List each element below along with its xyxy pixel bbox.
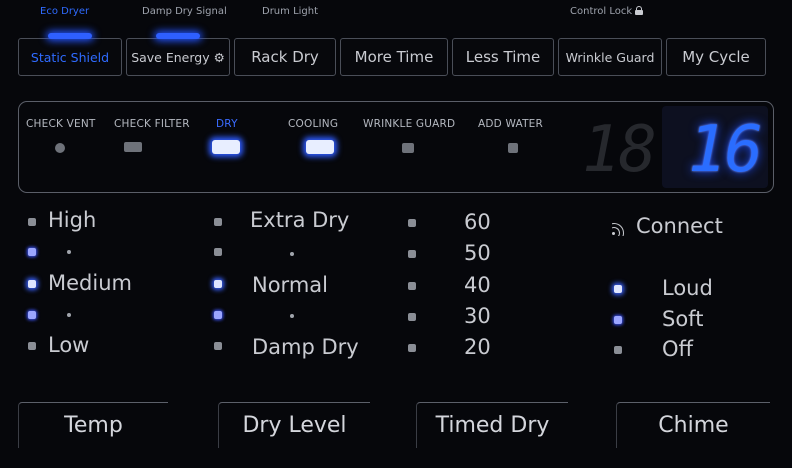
- time-30-indicator: [408, 313, 416, 321]
- temp-medium-option[interactable]: Medium: [48, 271, 132, 295]
- dry-step-4-indicator: [214, 311, 222, 319]
- chime-soft-indicator: [614, 316, 622, 324]
- top-label-control-lock: Control Lock: [570, 6, 644, 17]
- wrinkle-guard-status-label: WRINKLE GUARD: [363, 118, 456, 130]
- time-50-option[interactable]: 50: [464, 241, 491, 265]
- time-50-indicator: [408, 250, 416, 258]
- temp-high-indicator: [28, 218, 36, 226]
- time-60-option[interactable]: 60: [464, 210, 491, 234]
- check-vent-label: CHECK VENT: [26, 118, 96, 130]
- time-20-option[interactable]: 20: [464, 335, 491, 359]
- chime-button[interactable]: Chime: [616, 402, 770, 448]
- cooling-led: [306, 140, 334, 154]
- chime-loud-option[interactable]: Loud: [662, 276, 713, 300]
- rack-dry-button[interactable]: Rack Dry: [234, 38, 336, 76]
- static-shield-button[interactable]: Static Shield: [18, 33, 122, 76]
- check-filter-label: CHECK FILTER: [114, 118, 190, 130]
- add-water-led: [508, 143, 518, 153]
- dry-step-4-dot: [290, 314, 294, 318]
- wrinkle-guard-led: [402, 143, 414, 153]
- wrinkle-guard-button[interactable]: Wrinkle Guard: [558, 38, 662, 76]
- chime-off-option[interactable]: Off: [662, 337, 693, 361]
- temp-step-2-indicator: [28, 248, 36, 256]
- dry-extra-option[interactable]: Extra Dry: [250, 208, 349, 232]
- chime-soft-option[interactable]: Soft: [662, 307, 703, 331]
- save-energy-button[interactable]: Save Energy ⚙: [126, 33, 230, 76]
- temp-step-2-dot: [67, 250, 71, 254]
- check-filter-led: [124, 142, 142, 152]
- chime-loud-indicator: [614, 285, 622, 293]
- top-label-drum: Drum Light: [262, 6, 319, 17]
- static-shield-light: [48, 33, 92, 39]
- my-cycle-button[interactable]: My Cycle: [666, 38, 766, 76]
- dry-normal-option[interactable]: Normal: [252, 273, 328, 297]
- time-40-indicator: [408, 282, 416, 290]
- save-energy-light: [156, 33, 200, 39]
- time-30-option[interactable]: 30: [464, 304, 491, 328]
- timed-dry-button[interactable]: Timed Dry: [416, 402, 568, 448]
- time-40-option[interactable]: 40: [464, 273, 491, 297]
- wifi-connect-icon: [612, 222, 626, 236]
- dry-extra-indicator: [214, 218, 222, 226]
- dry-label: DRY: [216, 118, 238, 130]
- temp-low-option[interactable]: Low: [48, 333, 89, 357]
- temp-high-option[interactable]: High: [48, 208, 96, 232]
- dry-normal-indicator: [214, 280, 222, 288]
- dry-step-2-dot: [290, 252, 294, 256]
- top-label-eco: Eco Dryer: [40, 6, 90, 17]
- temp-step-4-indicator: [28, 311, 36, 319]
- less-time-button[interactable]: Less Time: [452, 38, 554, 76]
- connect-label[interactable]: Connect: [636, 214, 723, 238]
- top-label-damp: Damp Dry Signal: [142, 6, 227, 17]
- more-time-button[interactable]: More Time: [340, 38, 448, 76]
- time-20-indicator: [408, 344, 416, 352]
- cycle-button-row: Static Shield Save Energy ⚙ Rack Dry Mor…: [18, 33, 774, 80]
- check-vent-led: [55, 143, 65, 153]
- cooling-label: COOLING: [288, 118, 339, 130]
- temp-button[interactable]: Temp: [18, 402, 168, 448]
- dry-step-2-indicator: [214, 248, 222, 256]
- temp-low-indicator: [28, 342, 36, 350]
- time-60-indicator: [408, 219, 416, 227]
- temp-medium-indicator: [28, 280, 36, 288]
- lock-icon: [635, 6, 644, 15]
- display-ghost-digits: 18: [582, 113, 657, 187]
- display-time-digits: 16: [688, 113, 763, 187]
- dry-led: [212, 140, 240, 154]
- add-water-label: ADD WATER: [478, 118, 544, 130]
- temp-step-4-dot: [67, 313, 71, 317]
- chime-off-indicator: [614, 346, 622, 354]
- dry-damp-option[interactable]: Damp Dry: [252, 335, 359, 359]
- dry-level-button[interactable]: Dry Level: [218, 402, 370, 448]
- dry-damp-indicator: [214, 342, 222, 350]
